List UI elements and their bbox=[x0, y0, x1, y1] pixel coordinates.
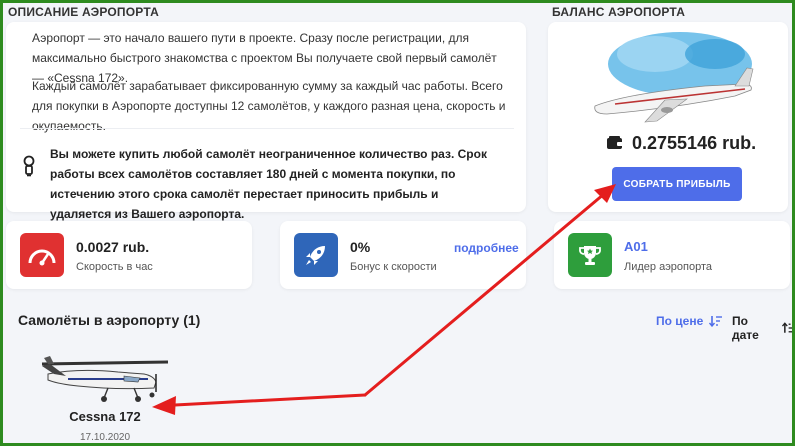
balance-amount: 0.2755146 rub. bbox=[632, 132, 757, 153]
plane-name: Cessna 172 bbox=[69, 409, 141, 424]
planes-section-title: Самолёты в аэропорту (1) bbox=[18, 312, 201, 328]
speedometer-icon bbox=[20, 233, 64, 277]
collect-profit-button[interactable]: СОБРАТЬ ПРИБЫЛЬ bbox=[612, 167, 742, 201]
description-divider bbox=[20, 128, 514, 129]
description-paragraph-2: Каждый самолёт зарабатывает фиксированну… bbox=[32, 79, 506, 133]
sort-desc-icon bbox=[709, 316, 723, 327]
speed-value: 0.0027 rub. bbox=[76, 239, 150, 255]
trophy-icon bbox=[568, 233, 612, 277]
info-bulb-icon bbox=[23, 155, 35, 177]
sort-by-date[interactable]: По дате bbox=[732, 314, 795, 342]
leader-value: A01 bbox=[624, 239, 648, 254]
more-details-link[interactable]: подробнее bbox=[454, 241, 519, 255]
sort-by-date-label: По дате bbox=[732, 314, 759, 342]
cessna-plane-image[interactable] bbox=[38, 352, 172, 404]
speed-label: Скорость в час bbox=[76, 261, 153, 273]
bonus-label: Бонус к скорости bbox=[350, 261, 437, 273]
balance-row: 0.2755146 rub. bbox=[606, 132, 756, 154]
leader-label: Лидер аэропорта bbox=[624, 261, 713, 273]
plane-date: 17.10.2020 bbox=[79, 432, 131, 443]
rocket-icon bbox=[294, 233, 338, 277]
sort-by-price-label: По цене bbox=[656, 314, 704, 328]
airliner-illustration bbox=[594, 32, 754, 123]
annotation-arrow-line bbox=[173, 393, 367, 407]
sort-by-price[interactable]: По цене bbox=[656, 314, 723, 328]
balance-title: БАЛАНС АЭРОПОРТА bbox=[552, 5, 686, 19]
wallet-icon bbox=[607, 136, 623, 149]
sort-asc-icon bbox=[781, 322, 795, 333]
description-title: ОПИСАНИЕ АЭРОПОРТА bbox=[8, 5, 159, 19]
notice-text: Вы можете купить любой самолёт неогранич… bbox=[50, 147, 487, 221]
bonus-value: 0% bbox=[350, 239, 371, 255]
